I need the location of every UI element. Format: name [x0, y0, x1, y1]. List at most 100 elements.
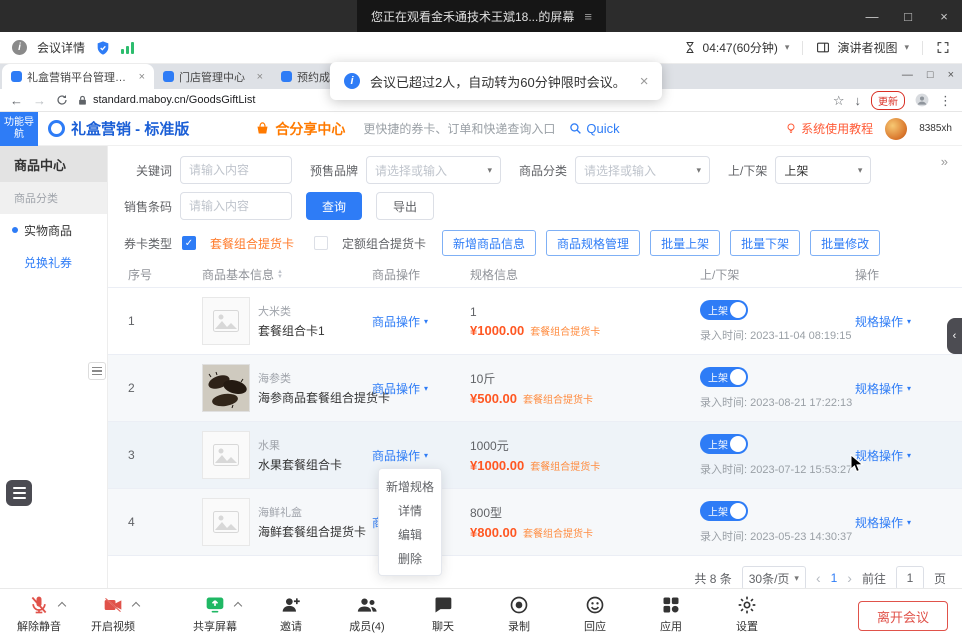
tutorial-link[interactable]: 系统使用教程: [785, 120, 873, 137]
window-controls: — □ ×: [854, 0, 962, 32]
unmute-button[interactable]: 解除静音: [10, 595, 68, 634]
sort-icon[interactable]: ▲▼: [277, 270, 283, 280]
maximize-icon[interactable]: □: [890, 0, 926, 32]
export-button[interactable]: 导出: [376, 192, 434, 220]
batch-edit-button[interactable]: 批量修改: [810, 230, 880, 256]
view-dropdown-icon[interactable]: ▾: [904, 42, 909, 53]
batch-on-shelf-button[interactable]: 批量上架: [650, 230, 720, 256]
banner-close-icon[interactable]: ×: [640, 73, 649, 90]
shelf-toggle[interactable]: 上架: [700, 501, 748, 521]
current-page[interactable]: 1: [831, 571, 838, 585]
close-icon[interactable]: ×: [926, 0, 962, 32]
back-icon[interactable]: ←: [10, 94, 23, 107]
keyword-label: 关键词: [122, 162, 172, 179]
browser-update-badge[interactable]: 更新: [871, 91, 905, 110]
app-logo-icon: [48, 120, 65, 137]
next-page-icon[interactable]: ›: [847, 570, 852, 586]
members-button[interactable]: 成员(4): [338, 595, 396, 634]
tab-favicon: [281, 71, 292, 82]
minimize-icon[interactable]: —: [854, 0, 890, 32]
shelf-toggle[interactable]: 上架: [700, 434, 748, 454]
sidebar-collapse-handle[interactable]: [88, 362, 106, 380]
browser-tab[interactable]: 门店管理中心 ×: [154, 64, 272, 89]
settings-button[interactable]: 设置: [718, 595, 776, 634]
keyword-input[interactable]: [180, 156, 292, 184]
spec-manage-button[interactable]: 商品规格管理: [546, 230, 640, 256]
page-size-select[interactable]: 30条/页 ▾: [742, 566, 806, 590]
add-product-button[interactable]: 新增商品信息: [442, 230, 536, 256]
security-shield-icon[interactable]: [95, 40, 111, 56]
search-icon: [569, 122, 582, 135]
toggle-knob: [730, 503, 746, 519]
toggle-knob: [730, 369, 746, 385]
sidebar-item-gift-vouchers[interactable]: 兑换礼券: [0, 246, 107, 278]
browser-tab[interactable]: 礼盒营销平台管理中心 ×: [2, 64, 154, 89]
goto-page-input[interactable]: [896, 566, 924, 590]
browser-menu-icon[interactable]: ⋮: [939, 94, 952, 107]
meeting-details-label[interactable]: 会议详情: [37, 39, 85, 56]
spec-op-link[interactable]: 规格操作▾: [855, 514, 948, 531]
video-panel-collapse-handle[interactable]: ‹: [947, 318, 962, 354]
timer-dropdown-icon[interactable]: ▾: [785, 42, 790, 53]
watching-title-text: 您正在观看金禾通技术王斌18...的屏幕: [371, 8, 574, 25]
camera-options-chevron-icon[interactable]: [132, 602, 140, 610]
spec-value: 10斤: [470, 370, 700, 387]
brand-select[interactable]: 请选择或输入 ▾: [366, 156, 501, 184]
apps-button[interactable]: 应用: [642, 595, 700, 634]
checkbox-unchecked-icon[interactable]: [314, 236, 328, 250]
share-center-link[interactable]: 合分享中心: [255, 119, 345, 139]
view-mode-label[interactable]: 演讲者视图: [837, 39, 897, 56]
product-op-link[interactable]: 商品操作▾: [372, 313, 470, 330]
dropdown-item-add-spec[interactable]: 新增规格: [379, 474, 441, 498]
shelf-toggle[interactable]: 上架: [700, 367, 748, 387]
query-button[interactable]: 查询: [306, 192, 362, 220]
leave-meeting-button[interactable]: 离开会议: [858, 601, 948, 631]
record-button[interactable]: 录制: [490, 595, 548, 634]
function-nav-button[interactable]: 功能导航: [0, 112, 38, 146]
user-avatar[interactable]: [885, 118, 907, 140]
quick-search-link[interactable]: Quick: [569, 121, 619, 136]
share-screen-button[interactable]: 共享屏幕: [186, 595, 244, 634]
spec-op-link[interactable]: 规格操作▾: [855, 313, 948, 330]
product-op-link-open[interactable]: 商品操作▾: [372, 447, 470, 464]
shelf-select[interactable]: 上架 ▾: [775, 156, 871, 184]
browser-close-icon[interactable]: ×: [948, 69, 954, 81]
sidebar-item-physical-goods[interactable]: 实物商品: [0, 214, 107, 246]
browser-minimize-icon[interactable]: —: [902, 69, 913, 81]
sidebar-item-categories[interactable]: 商品分类: [0, 182, 107, 214]
product-op-link[interactable]: 商品操作▾: [372, 380, 470, 397]
title-menu-icon[interactable]: ≡: [584, 9, 592, 24]
invite-button[interactable]: 邀请: [262, 595, 320, 634]
mic-options-chevron-icon[interactable]: [58, 602, 66, 610]
barcode-input[interactable]: [180, 192, 292, 220]
category-select[interactable]: 请选择或输入 ▾: [575, 156, 710, 184]
refresh-icon[interactable]: [56, 94, 68, 106]
start-video-button[interactable]: 开启视频: [84, 595, 142, 634]
fullscreen-icon[interactable]: [936, 41, 950, 54]
browser-profile-icon[interactable]: [915, 93, 929, 107]
react-button[interactable]: 回应: [566, 595, 624, 634]
bookmark-star-icon[interactable]: ☆: [833, 94, 845, 107]
share-options-chevron-icon[interactable]: [234, 602, 242, 610]
tab-close-icon[interactable]: ×: [139, 71, 145, 83]
browser-maximize-icon[interactable]: □: [927, 69, 934, 81]
chat-button[interactable]: 聊天: [414, 595, 472, 634]
filter-collapse-icon[interactable]: »: [941, 154, 948, 169]
batch-off-shelf-button[interactable]: 批量下架: [730, 230, 800, 256]
checkbox-checked-label[interactable]: 套餐组合提货卡: [210, 235, 294, 252]
row-no: 3: [128, 448, 202, 462]
spec-op-link[interactable]: 规格操作▾: [855, 380, 948, 397]
dropdown-item-details[interactable]: 详情: [379, 498, 441, 522]
download-icon[interactable]: ↓: [855, 94, 862, 107]
checkbox-unchecked-label[interactable]: 定额组合提货卡: [342, 235, 426, 252]
checkbox-checked-icon[interactable]: ✓: [182, 236, 196, 250]
prev-page-icon[interactable]: ‹: [816, 570, 821, 586]
tab-close-icon[interactable]: ×: [257, 71, 263, 83]
dropdown-item-edit[interactable]: 编辑: [379, 522, 441, 546]
spec-op-link[interactable]: 规格操作▾: [855, 447, 948, 464]
annotation-tool-button[interactable]: [6, 480, 32, 506]
dropdown-item-delete[interactable]: 删除: [379, 546, 441, 570]
forward-icon[interactable]: →: [33, 94, 46, 107]
apps-grid-icon: [661, 595, 681, 615]
shelf-toggle[interactable]: 上架: [700, 300, 748, 320]
